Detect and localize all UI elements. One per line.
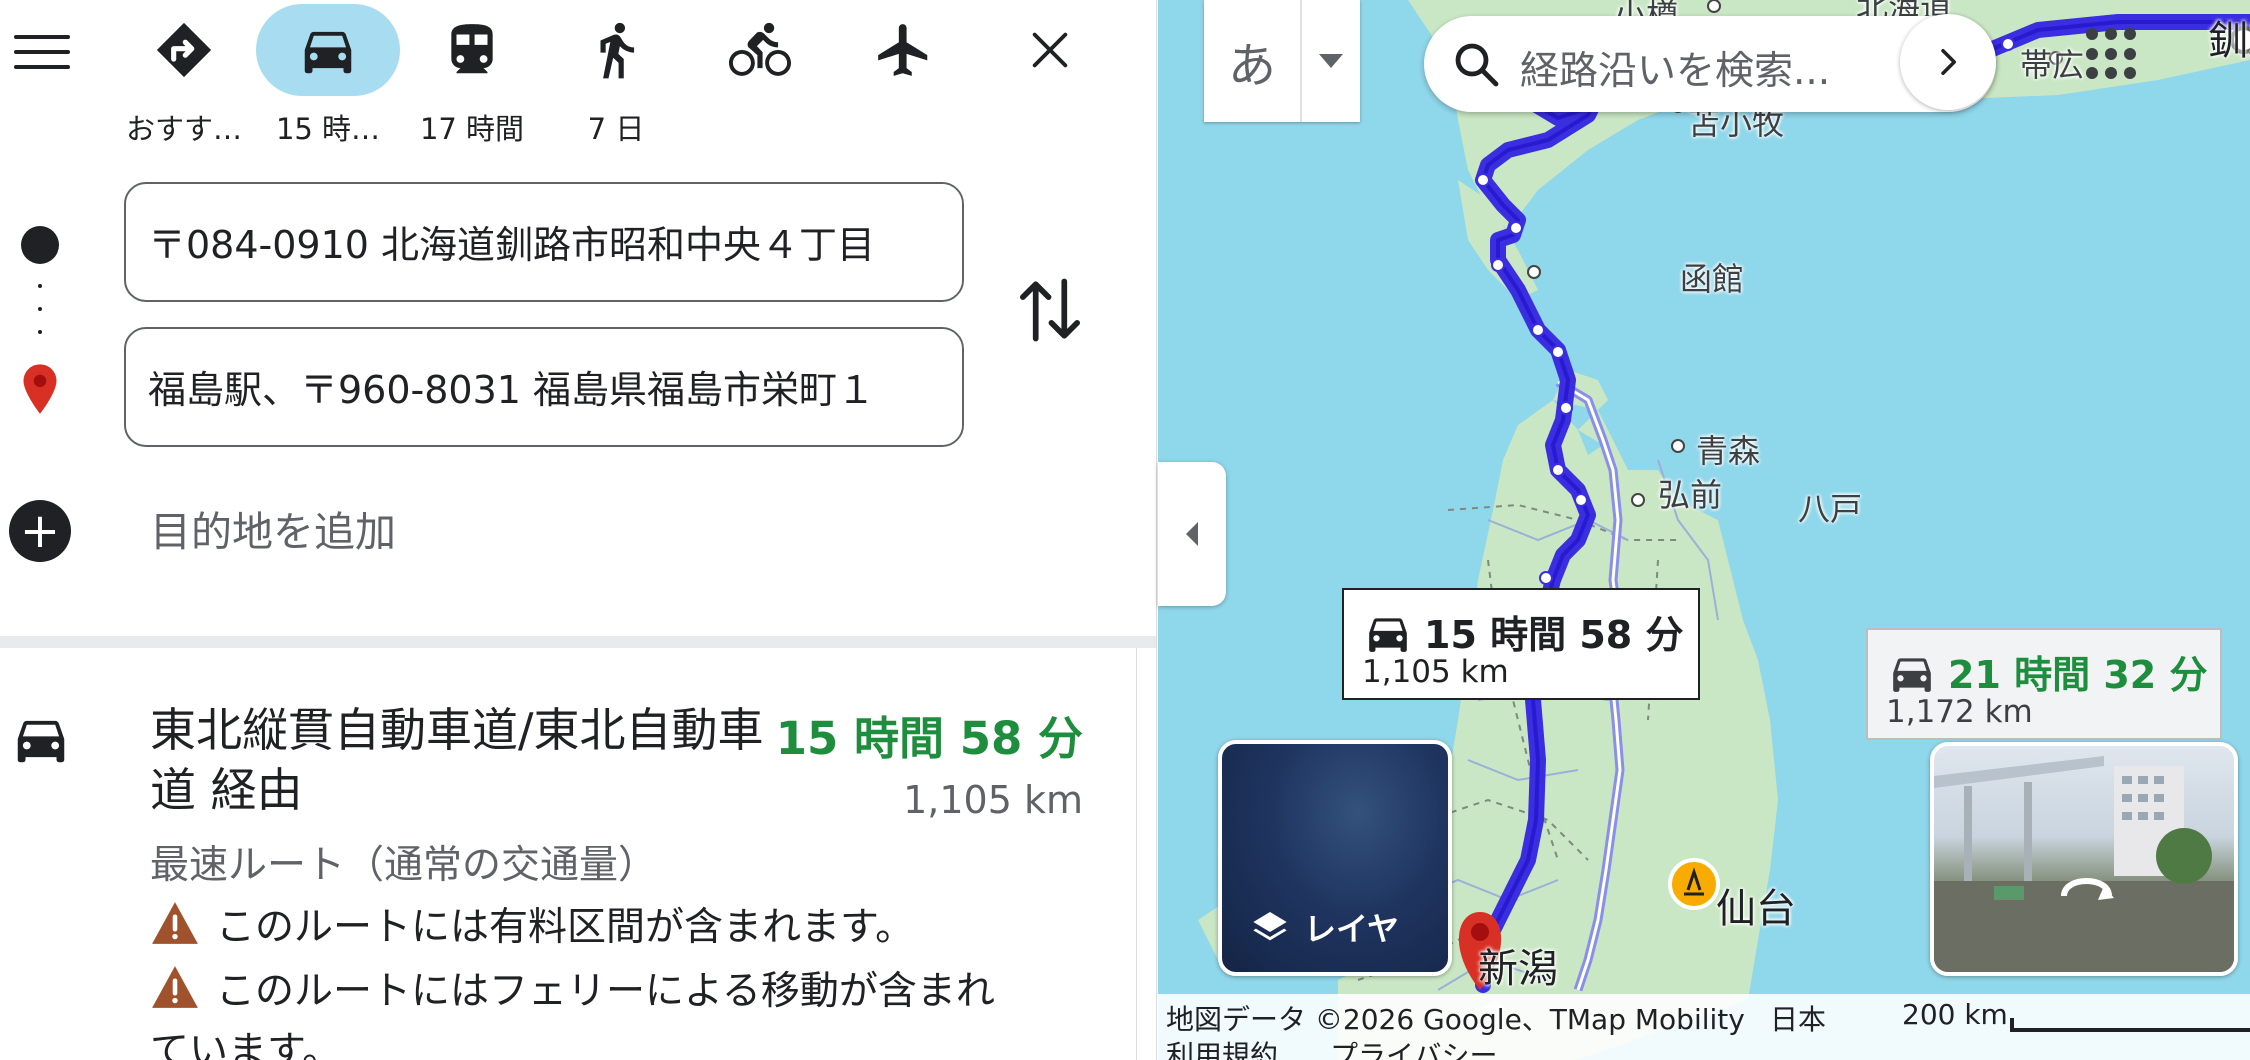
search-icon bbox=[1455, 43, 1499, 87]
add-destination-icon[interactable]: + bbox=[9, 500, 71, 562]
primary-bubble-time: 15 時間 58 分 bbox=[1424, 613, 1684, 657]
chevron-right-icon bbox=[1941, 49, 1956, 75]
car-icon bbox=[1893, 658, 1931, 692]
section-divider bbox=[0, 636, 1156, 648]
directions-diamond-icon bbox=[112, 4, 256, 96]
map-label-obihiro: 帯広 bbox=[2020, 46, 2085, 84]
route-option[interactable]: 東北縦貫自動車道/東北自動車道 経由 15 時間 58 分 1,105 km 最… bbox=[0, 648, 1135, 1060]
map-attribution-bar: 地図データ ©2026 Google、TMap Mobility 日本 200 … bbox=[1158, 994, 2250, 1060]
search-submit-button[interactable] bbox=[1900, 14, 1996, 110]
toll-warning-text: このルートには有料区間が含まれます。 bbox=[216, 905, 915, 950]
caret-down-icon bbox=[1319, 54, 1343, 68]
route-name: 東北縦貫自動車道/東北自動車道 経由 bbox=[150, 703, 764, 817]
alternate-bubble-distance: 1,172 km bbox=[1886, 694, 2033, 730]
swap-origin-destination-icon[interactable] bbox=[1015, 270, 1085, 350]
car-icon bbox=[1369, 618, 1407, 652]
directions-panel: おすす… 15 時… 17 時間 7 日 〒084-0910 北海道釧路市昭和中… bbox=[0, 0, 1157, 1060]
walking-icon bbox=[544, 4, 688, 96]
street-view-thumbnail bbox=[1934, 756, 2234, 972]
input-method-toggle: あ bbox=[1204, 0, 1360, 122]
mode-flights[interactable] bbox=[832, 0, 976, 150]
origin-field[interactable] bbox=[124, 182, 964, 302]
close-icon bbox=[1032, 32, 1068, 68]
warning-icon bbox=[152, 966, 198, 1008]
chevron-left-icon bbox=[1186, 522, 1198, 546]
alternate-bubble-time: 21 時間 32 分 bbox=[1948, 653, 2208, 697]
scale-label[interactable]: 200 km bbox=[1902, 998, 2008, 1031]
mode-best[interactable]: おすす… bbox=[112, 0, 256, 150]
layers-icon bbox=[1253, 912, 1287, 941]
country-label[interactable]: 日本 bbox=[1770, 998, 1826, 1038]
search-along-route-placeholder[interactable]: 経路沿いを検索... bbox=[1520, 40, 1830, 96]
toll-warning: このルートには有料区間が含まれます。 bbox=[150, 896, 914, 952]
bicycle-icon bbox=[688, 4, 832, 96]
destination-pin-icon bbox=[23, 364, 57, 414]
destination-field[interactable] bbox=[124, 327, 964, 447]
map-data-attribution: 地図データ ©2026 Google、TMap Mobility bbox=[1166, 1003, 1745, 1036]
map-label-aomori: 青森 bbox=[1696, 432, 1761, 470]
alternate-route-bubble[interactable]: 21 時間 32 分 1,172 km bbox=[1866, 628, 2222, 740]
primary-bubble-distance: 1,105 km bbox=[1362, 654, 1509, 690]
close-directions-button[interactable] bbox=[1010, 20, 1090, 80]
ferry-warning: このルートにはフェリーによる移動が含まれ bbox=[150, 960, 995, 1016]
origin-input[interactable] bbox=[148, 184, 948, 299]
ferry-warning-text: このルートにはフェリーによる移動が含まれ bbox=[216, 969, 995, 1014]
destination-input[interactable] bbox=[148, 329, 948, 444]
layers-label: レイヤ bbox=[1304, 910, 1400, 948]
train-icon bbox=[400, 4, 544, 96]
ime-dropdown[interactable] bbox=[1302, 0, 1360, 122]
origin-dot-icon bbox=[21, 226, 59, 264]
car-icon bbox=[17, 720, 65, 763]
map-label-hakodate: 函館 bbox=[1680, 260, 1745, 298]
menu-button[interactable] bbox=[10, 24, 74, 80]
layers-button[interactable]: レイヤ bbox=[1218, 740, 1452, 976]
mode-transit[interactable]: 17 時間 bbox=[400, 0, 544, 150]
results-scroll-track bbox=[1136, 648, 1137, 1060]
ferry-warning-continued: ています。 bbox=[150, 1029, 342, 1060]
car-icon bbox=[256, 4, 400, 96]
route-connector-dots bbox=[38, 284, 42, 334]
route-duration: 15 時間 58 分 bbox=[775, 712, 1083, 765]
layers-label-group: レイヤ bbox=[1250, 904, 1399, 950]
collapse-panel-button[interactable] bbox=[1158, 462, 1226, 606]
map-label-hachinohe: 八戸 bbox=[1798, 490, 1863, 528]
map-label-niigata: 新潟 bbox=[1478, 946, 1558, 992]
airplane-icon bbox=[832, 4, 976, 96]
add-destination-label[interactable]: 目的地を追加 bbox=[150, 498, 396, 558]
search-along-route-box[interactable]: 経路沿いを検索... bbox=[1424, 14, 1996, 112]
apps-grid-icon[interactable] bbox=[2086, 28, 2138, 80]
mode-walking[interactable]: 7 日 bbox=[544, 0, 688, 150]
warning-icon bbox=[152, 902, 198, 944]
map-label-hirosaki: 弘前 bbox=[1658, 476, 1723, 514]
travel-mode-bar: おすす… 15 時… 17 時間 7 日 bbox=[0, 0, 1156, 160]
primary-route-bubble[interactable]: 15 時間 58 分 1,105 km bbox=[1342, 588, 1700, 700]
mode-cycling[interactable] bbox=[688, 0, 832, 150]
map-label-sendai: 仙台 bbox=[1716, 886, 1796, 932]
street-view-button[interactable] bbox=[1930, 742, 2238, 976]
ime-char-button[interactable]: あ bbox=[1204, 0, 1302, 122]
scale-bar bbox=[2010, 1018, 2250, 1032]
mode-driving[interactable]: 15 時… bbox=[256, 0, 400, 150]
route-subtitle: 最速ルート（通常の交通量） bbox=[150, 843, 658, 888]
maps-directions-app: おすす… 15 時… 17 時間 7 日 〒084-0910 北海道釧路市昭和中… bbox=[0, 0, 2250, 1060]
route-distance: 1,105 km bbox=[903, 778, 1083, 822]
terms-link[interactable]: 利用規約 bbox=[1166, 1034, 1278, 1060]
map-label-kushiro: 釧路 bbox=[2208, 18, 2250, 64]
privacy-link[interactable]: プライバシー bbox=[1330, 1034, 1497, 1060]
mode-walking-label: 7 日 bbox=[587, 112, 645, 146]
